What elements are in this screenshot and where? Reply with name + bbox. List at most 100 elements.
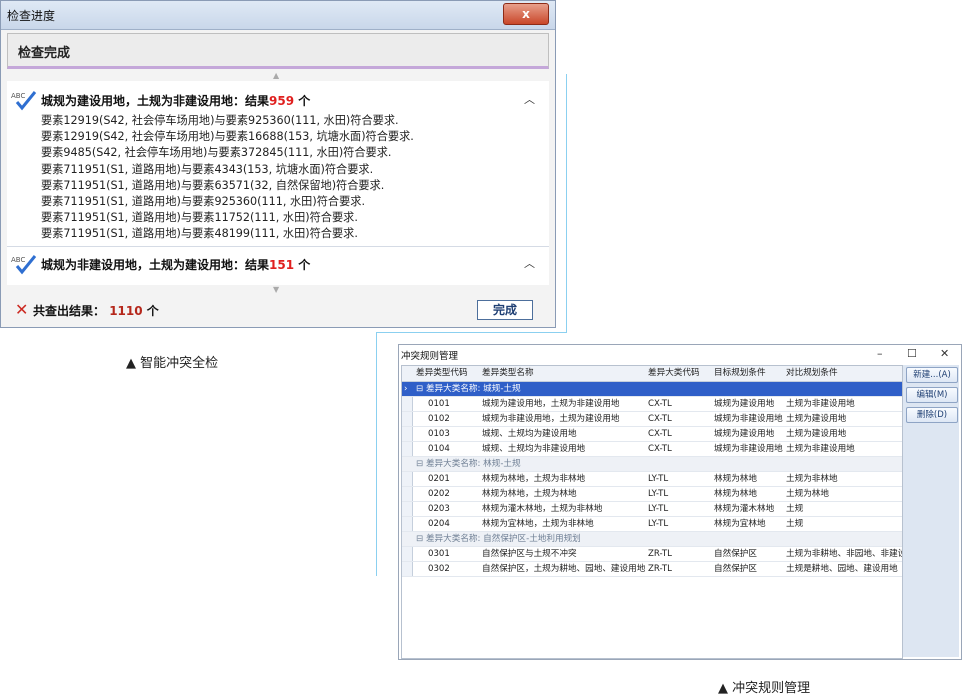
result-group-header[interactable]: ABC 城规为建设用地，土规为非建设用地：结果959 个 ︿ [7,87,549,113]
column-header[interactable]: 差异类型代码 [416,366,480,380]
row-indicator [402,517,413,531]
grid-header: 差异类型代码 差异类型名称 差异大类代码 目标规划条件 对比规划条件 [402,366,902,382]
accent-line [376,332,567,333]
delete-button[interactable]: 删除(D) [906,407,958,423]
cell-compare: 土规 [786,504,804,514]
result-line: 要素711951(S1, 道路用地)与要素4343(153, 坑塘水面)符合要求… [41,162,374,176]
cell-name: 自然保护区与土规不冲突 [482,549,577,559]
result-count: 151 [269,257,295,272]
cell-code: 0302 [428,564,450,574]
close-icon[interactable]: ✕ [940,347,949,360]
table-row[interactable]: 0302 自然保护区，土规为耕地、园地、建设用地 ZR-TL 自然保护区 土规是… [402,562,902,577]
collapse-chevron-icon[interactable]: ︿ [524,91,535,107]
column-header[interactable]: 差异大类代码 [648,366,712,380]
check-status-text: 检查完成 [18,46,71,61]
cell-category: CX-TL [648,429,672,439]
table-row[interactable]: 0102 城规为非建设用地，土规为建设用地 CX-TL 城规为非建设用地 土规为… [402,412,902,427]
result-line: 要素711951(S1, 道路用地)与要素11752(111, 水田)符合要求. [41,211,358,225]
cell-code: 0102 [428,414,450,424]
caption-smart-check: ▲ 智能冲突全检 [126,356,219,371]
collapse-chevron-icon[interactable]: ︿ [524,255,535,271]
scroll-down-icon[interactable]: ▼ [273,285,279,294]
accent-line [376,332,377,576]
row-indicator [402,502,413,516]
cell-target: 林规为灌木林地 [714,504,775,514]
new-button[interactable]: 新建...(A) [906,367,958,383]
result-group-title: 城规为非建设用地，土规为建设用地：结果151 个 [41,257,311,272]
maximize-icon[interactable]: ☐ [907,347,917,360]
result-lines: 要素12919(S42, 社会停车场用地)与要素925360(111, 水田)符… [7,113,549,243]
total-count: 1110 [109,304,143,318]
rules-window-title: 冲突规则管理 [401,351,459,362]
action-panel: 新建...(A) 编辑(M) 删除(D) [903,365,959,657]
result-group: ABC 城规为建设用地，土规为非建设用地：结果959 个 ︿ 要素12919(S… [7,81,549,247]
rules-window-titlebar: 冲突规则管理 – ☐ ✕ [399,345,961,363]
minimize-icon[interactable]: – [877,347,883,360]
result-line: 要素711951(S1, 道路用地)与要素925360(111, 水田)符合要求… [41,195,366,209]
cell-compare: 土规 [786,519,804,529]
cell-category: CX-TL [648,399,672,409]
row-indicator [402,427,413,441]
result-group-title: 城规为建设用地，土规为非建设用地：结果959 个 [41,94,311,108]
row-indicator [402,547,413,561]
row-indicator [402,412,413,426]
group-row[interactable]: › ⊟ 差异大类名称: 城规-土规 [402,382,902,397]
check-progress-window: 检查进度 x 检查完成 ▲ ABC 城规为建设用地，土规为非建设用地：结果959… [0,0,556,328]
table-row[interactable]: 0101 城规为建设用地，土规为非建设用地 CX-TL 城规为建设用地 土规为非… [402,397,902,412]
cell-code: 0203 [428,504,450,514]
table-row[interactable]: 0103 城规、土规均为建设用地 CX-TL 城规为建设用地 土规为建设用地 [402,427,902,442]
cell-compare: 土规为建设用地 [786,414,847,424]
check-status-bar: 检查完成 [7,33,549,69]
cell-category: CX-TL [648,414,672,424]
result-line: 要素12919(S42, 社会停车场用地)与要素16688(153, 坑塘水面)… [41,130,414,144]
result-line: 要素12919(S42, 社会停车场用地)与要素925360(111, 水田)符… [41,114,399,127]
table-row[interactable]: 0104 城规、土规均为非建设用地 CX-TL 城规为非建设用地 土规为非建设用… [402,442,902,457]
cell-category: LY-TL [648,519,669,529]
table-row[interactable]: 0202 林规为林地，土规为林地 LY-TL 林规为林地 土规为林地 [402,487,902,502]
column-header[interactable]: 对比规划条件 [786,366,902,380]
cell-target: 林规为林地 [714,474,757,484]
accent-line [566,74,567,332]
column-header[interactable]: 目标规划条件 [714,366,784,380]
edit-button[interactable]: 编辑(M) [906,387,958,403]
done-button[interactable]: 完成 [477,300,533,320]
rules-grid: 差异类型代码 差异类型名称 差异大类代码 目标规划条件 对比规划条件 › ⊟ 差… [401,365,903,659]
cell-target: 城规为建设用地 [714,429,775,439]
cell-name: 城规、土规均为非建设用地 [482,444,586,454]
result-line: 要素711951(S1, 道路用地)与要素63571(32, 自然保留地)符合要… [41,178,385,192]
cell-name: 林规为林地，土规为林地 [482,489,577,499]
row-indicator [402,442,413,456]
table-row[interactable]: 0204 林规为宜林地，土规为非林地 LY-TL 林规为宜林地 土规 [402,517,902,532]
scroll-up-icon[interactable]: ▲ [273,71,279,80]
table-row[interactable]: 0203 林规为灌木林地，土规为非林地 LY-TL 林规为灌木林地 土规 [402,502,902,517]
row-indicator [402,487,413,501]
cell-code: 0103 [428,429,450,439]
table-row[interactable]: 0301 自然保护区与土规不冲突 ZR-TL 自然保护区 土规为非耕地、非园地、… [402,547,902,562]
check-window-title: 检查进度 [7,9,56,23]
cell-name: 林规为宜林地，土规为非林地 [482,519,594,529]
cell-name: 林规为林地，土规为非林地 [482,474,586,484]
spellcheck-icon: ABC [11,254,37,274]
cell-category: LY-TL [648,504,669,514]
svg-text:ABC: ABC [11,92,25,100]
group-label: ⊟ 差异大类名称: 自然保护区-土地利用规划 [416,534,581,544]
cell-target: 林规为林地 [714,489,757,499]
close-button[interactable]: x [503,3,549,25]
result-group-header[interactable]: ABC 城规为非建设用地，土规为建设用地：结果151 个 ︿ [7,251,549,277]
expand-arrow-icon[interactable]: › [404,382,414,396]
check-window-titlebar: 检查进度 x [1,1,555,30]
result-line: 要素9485(S42, 社会停车场用地)与要素372845(111, 水田)符合… [41,146,392,160]
cell-compare: 土规为建设用地 [786,429,847,439]
cell-code: 0202 [428,489,450,499]
cell-compare: 土规为非耕地、非园地、非建设 [786,549,902,559]
conflict-rules-window: 冲突规则管理 – ☐ ✕ 差异类型代码 差异类型名称 差异大类代码 目标规划条件… [398,344,962,660]
total-results-text: 共查出结果： 1110 个 [33,304,159,318]
group-row[interactable]: ⊟ 差异大类名称: 自然保护区-土地利用规划 [402,532,902,547]
row-indicator [402,397,413,411]
column-header[interactable]: 差异类型名称 [482,366,646,380]
cell-category: LY-TL [648,489,669,499]
cell-code: 0104 [428,444,450,454]
cell-name: 城规、土规均为建设用地 [482,429,577,439]
group-row[interactable]: ⊟ 差异大类名称: 林规-土规 [402,457,902,472]
table-row[interactable]: 0201 林规为林地，土规为非林地 LY-TL 林规为林地 土规为非林地 [402,472,902,487]
